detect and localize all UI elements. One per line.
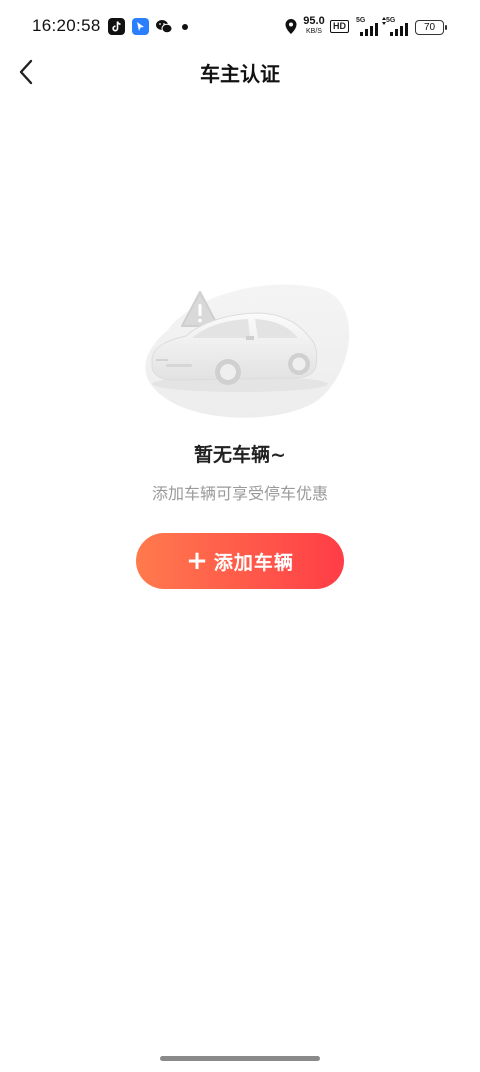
add-vehicle-label: 添加车辆 [213,551,294,574]
home-indicator[interactable] [160,1056,320,1061]
tiktok-icon [108,18,125,35]
plus-icon: + [186,546,208,576]
wechat-icon [155,18,173,35]
signal-icon-2: 5G [382,17,408,37]
location-icon [285,19,297,34]
blue-app-icon [132,18,149,35]
no-car-illustration [145,284,350,418]
status-bar: 16:20:58 95.0 KB/S HD 5G 5G 70 [0,0,480,56]
page-title: 车主认证 [200,62,280,86]
notification-dot [182,24,188,30]
battery-indicator: 70 [415,20,447,35]
clock: 16:20:58 [32,16,101,35]
empty-state-subtitle: 添加车辆可享受停车优惠 [151,484,328,503]
add-vehicle-button[interactable]: + 添加车辆 [136,533,344,589]
empty-state-title: 暂无车辆~ [194,444,286,466]
hd-badge: HD [330,20,349,33]
signal-icon-1: 5G [356,17,378,37]
network-speed: 95.0 KB/S [303,15,325,36]
